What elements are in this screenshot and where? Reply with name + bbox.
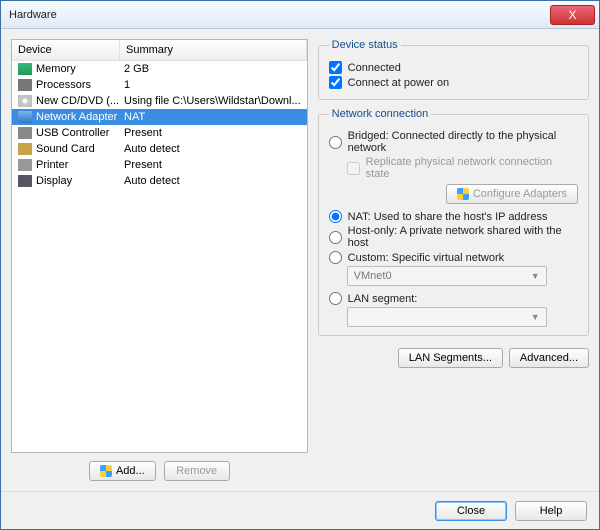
device-name: New CD/DVD (... (36, 95, 124, 107)
left-pane: Device Summary Memory2 GBProcessors1New … (11, 39, 308, 481)
list-body: Memory2 GBProcessors1New CD/DVD (...Usin… (12, 61, 307, 452)
device-icon (18, 175, 32, 187)
remove-button[interactable]: Remove (164, 461, 230, 481)
add-button[interactable]: Add... (89, 461, 156, 481)
host-only-radio[interactable]: Host-only: A private network shared with… (329, 225, 578, 249)
help-button[interactable]: Help (515, 501, 587, 521)
device-status-group: Device status Connected Connect at power… (318, 39, 589, 100)
device-summary: Using file C:\Users\Wildstar\Downl... (124, 95, 301, 107)
table-row[interactable]: PrinterPresent (12, 157, 307, 173)
device-status-legend: Device status (329, 39, 401, 51)
device-summary: Present (124, 127, 301, 139)
device-summary: 2 GB (124, 63, 301, 75)
list-header: Device Summary (12, 40, 307, 61)
configure-adapters-button: Configure Adapters (446, 184, 578, 204)
col-summary[interactable]: Summary (120, 40, 307, 60)
device-name: Network Adapter (36, 111, 124, 123)
table-row[interactable]: Network AdapterNAT (12, 109, 307, 125)
table-row[interactable]: DisplayAuto detect (12, 173, 307, 189)
device-summary: Auto detect (124, 143, 301, 155)
custom-vmnet-select: VMnet0▼ (347, 266, 547, 286)
col-device[interactable]: Device (12, 40, 120, 60)
device-name: Memory (36, 63, 124, 75)
device-list[interactable]: Device Summary Memory2 GBProcessors1New … (11, 39, 308, 453)
device-summary: 1 (124, 79, 301, 91)
advanced-button[interactable]: Advanced... (509, 348, 589, 368)
device-icon (18, 111, 32, 123)
device-icon (18, 63, 32, 75)
device-name: Display (36, 175, 124, 187)
replicate-checkbox: Replicate physical network connection st… (347, 156, 578, 180)
device-icon (18, 79, 32, 91)
device-icon (18, 159, 32, 171)
custom-radio[interactable]: Custom: Specific virtual network (329, 251, 578, 264)
left-buttons: Add... Remove (11, 461, 308, 481)
chevron-down-icon: ▼ (531, 312, 540, 322)
device-summary: NAT (124, 111, 301, 123)
lan-segment-radio[interactable]: LAN segment: (329, 292, 578, 305)
device-name: Sound Card (36, 143, 124, 155)
shield-icon (100, 465, 112, 477)
footer: Close Help (1, 491, 599, 529)
table-row[interactable]: Memory2 GB (12, 61, 307, 77)
right-buttons: LAN Segments... Advanced... (318, 348, 589, 368)
close-button[interactable]: Close (435, 501, 507, 521)
chevron-down-icon: ▼ (531, 271, 540, 281)
nat-radio[interactable]: NAT: Used to share the host's IP address (329, 210, 578, 223)
device-icon (18, 95, 32, 107)
hardware-dialog: Hardware X Device Summary Memory2 GBProc… (0, 0, 600, 530)
lan-segment-select: ▼ (347, 307, 547, 327)
close-icon[interactable]: X (550, 5, 595, 25)
device-icon (18, 143, 32, 155)
table-row[interactable]: New CD/DVD (...Using file C:\Users\Wilds… (12, 93, 307, 109)
table-row[interactable]: USB ControllerPresent (12, 125, 307, 141)
device-icon (18, 127, 32, 139)
table-row[interactable]: Processors1 (12, 77, 307, 93)
connected-checkbox[interactable]: Connected (329, 61, 578, 74)
window-title: Hardware (9, 9, 550, 21)
table-row[interactable]: Sound CardAuto detect (12, 141, 307, 157)
connect-power-on-checkbox[interactable]: Connect at power on (329, 76, 578, 89)
network-connection-group: Network connection Bridged: Connected di… (318, 108, 589, 336)
device-name: Printer (36, 159, 124, 171)
lan-segments-button[interactable]: LAN Segments... (398, 348, 503, 368)
network-connection-legend: Network connection (329, 108, 432, 120)
device-name: USB Controller (36, 127, 124, 139)
shield-icon (457, 188, 469, 200)
device-name: Processors (36, 79, 124, 91)
right-pane: Device status Connected Connect at power… (318, 39, 589, 481)
device-summary: Present (124, 159, 301, 171)
device-summary: Auto detect (124, 175, 301, 187)
titlebar[interactable]: Hardware X (1, 1, 599, 29)
bridged-radio[interactable]: Bridged: Connected directly to the physi… (329, 130, 578, 154)
content: Device Summary Memory2 GBProcessors1New … (1, 29, 599, 491)
